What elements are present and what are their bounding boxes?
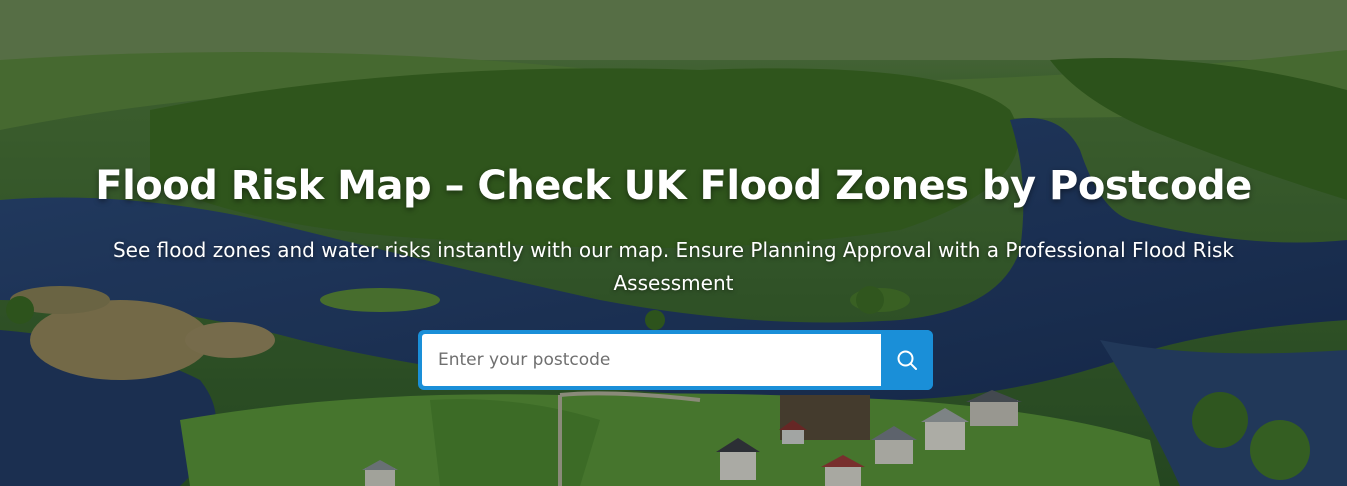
search-icon: [897, 350, 917, 370]
page-subtitle: See flood zones and water risks instantl…: [112, 238, 1235, 295]
postcode-search-input[interactable]: [422, 334, 881, 386]
search-button[interactable]: [881, 330, 933, 390]
hero-content: Flood Risk Map – Check UK Flood Zones by…: [0, 0, 1347, 486]
hero-section: Flood Risk Map – Check UK Flood Zones by…: [0, 0, 1347, 486]
page-title: Flood Risk Map – Check UK Flood Zones by…: [95, 163, 1252, 209]
postcode-search-form: [418, 330, 933, 390]
